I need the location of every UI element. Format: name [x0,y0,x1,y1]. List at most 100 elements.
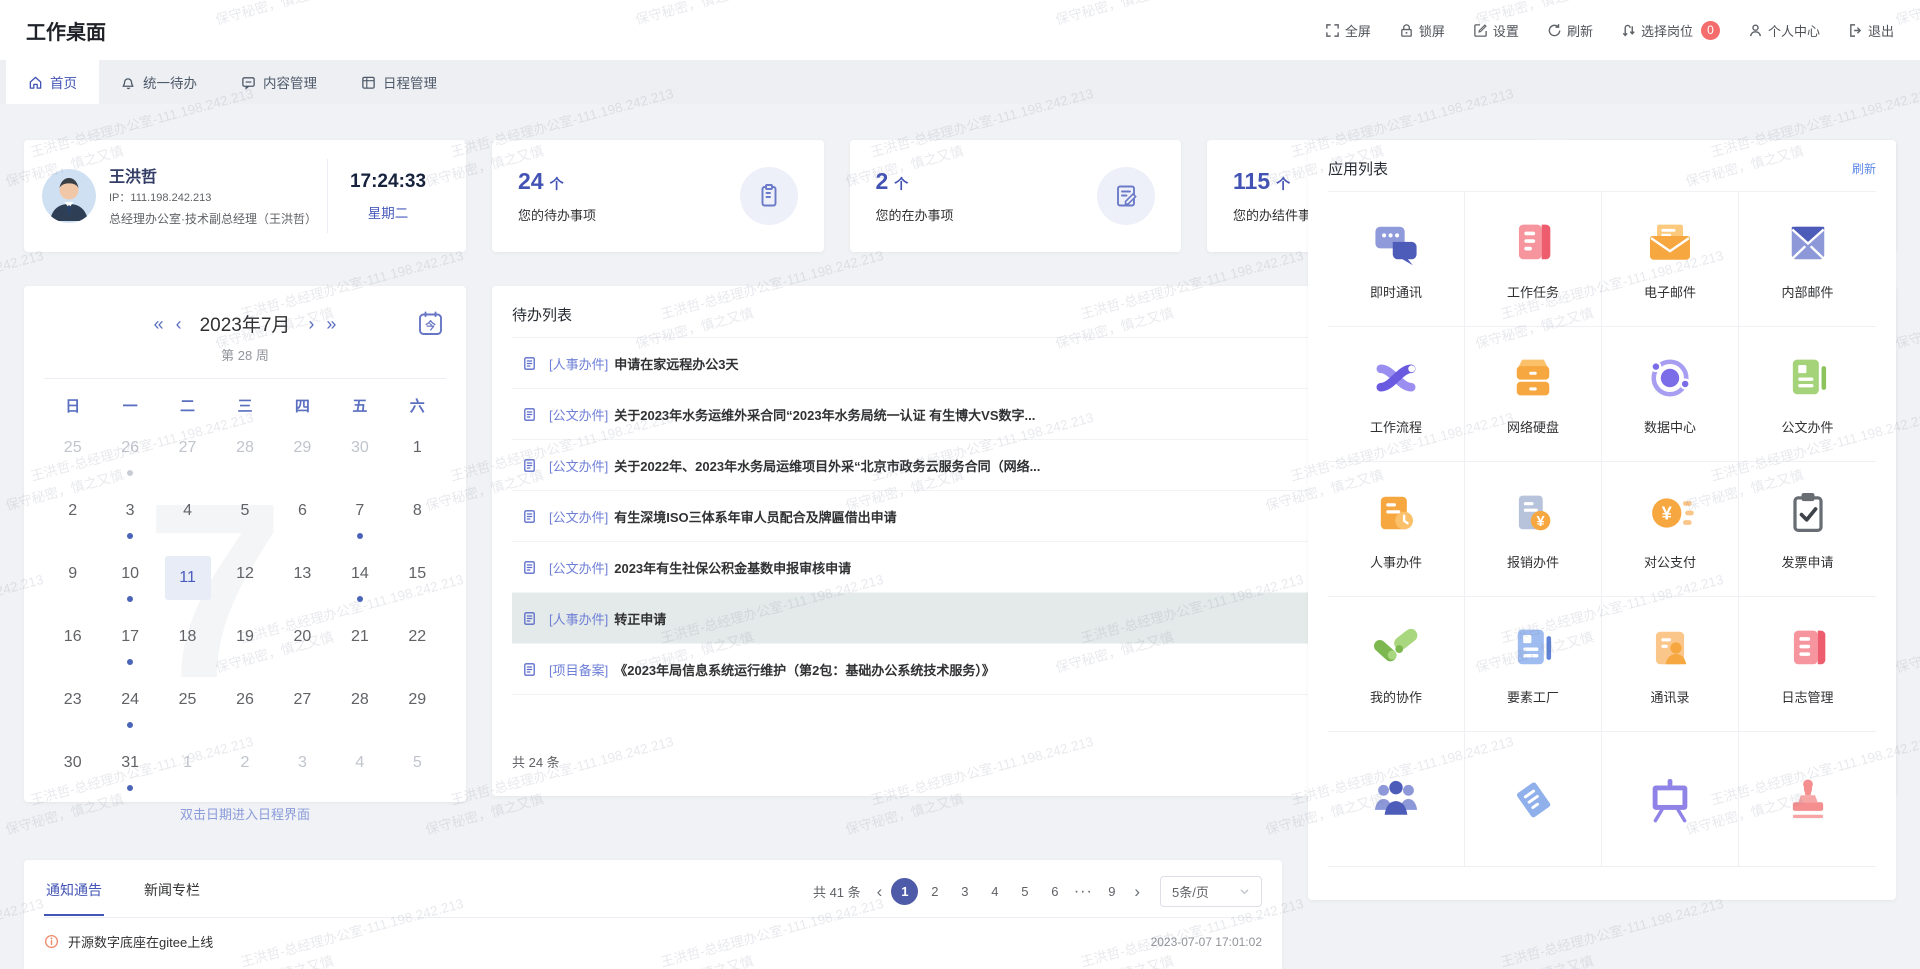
notice-page-size-select[interactable]: 5条/页 [1160,876,1262,907]
tab-内容管理[interactable]: 内容管理 [219,60,339,104]
app-网络硬盘[interactable]: 网络硬盘 [1465,327,1602,462]
calendar-day-28[interactable]: 28 [216,420,273,483]
calendar-day-17[interactable]: 17 [101,609,158,672]
news-item[interactable]: 开源数字底座在gitee上线2023-07-07 17:01:02 [44,932,1262,951]
app-item-partial[interactable] [1602,732,1739,867]
calendar-day-28[interactable]: 28 [331,672,388,735]
notice-tab-通知通告[interactable]: 通知通告 [44,878,104,916]
page-button-1[interactable]: 1 [891,878,918,905]
calendar-week-label: 第 28 周 [44,345,446,379]
calendar-day-29[interactable]: 29 [389,672,446,735]
header-action-refresh[interactable]: 刷新 [1547,21,1593,40]
tab-日程管理[interactable]: 日程管理 [339,60,459,104]
calendar-day-26[interactable]: 26 [216,672,273,735]
calendar-day-25[interactable]: 25 [159,672,216,735]
calendar-day-10[interactable]: 10 [101,546,158,609]
calendar-day-19[interactable]: 19 [216,609,273,672]
calendar-day-7[interactable]: 7 [331,483,388,546]
page-button-3[interactable]: 3 [951,878,978,905]
app-电子邮件[interactable]: 电子邮件 [1602,192,1739,327]
next-year-button[interactable]: » [326,315,336,333]
calendar-day-27[interactable]: 27 [274,672,331,735]
calendar-day-31[interactable]: 31 [101,735,158,798]
calendar-day-14[interactable]: 14 [331,546,388,609]
calendar-day-20[interactable]: 20 [274,609,331,672]
today-icon[interactable]: 今 [417,310,444,337]
stat-card-您的待办事项[interactable]: 24个您的待办事项 [492,140,824,252]
calendar-day-25[interactable]: 25 [44,420,101,483]
calendar-day-15[interactable]: 15 [389,546,446,609]
avatar[interactable] [42,169,96,223]
calendar-day-18[interactable]: 18 [159,609,216,672]
calendar-day-2[interactable]: 2 [216,735,273,798]
stat-card-您的在办事项[interactable]: 2个您的在办事项 [850,140,1182,252]
app-工作流程[interactable]: 工作流程 [1328,327,1465,462]
app-我的协作[interactable]: 我的协作 [1328,597,1465,732]
calendar-day-11[interactable]: 11 [159,546,216,609]
calendar-day-4[interactable]: 4 [331,735,388,798]
calendar-day-2[interactable]: 2 [44,483,101,546]
page-ellipsis[interactable]: ··· [1071,883,1095,901]
page-button-5[interactable]: 5 [1011,878,1038,905]
app-发票申请[interactable]: 发票申请 [1739,462,1876,597]
app-报销办件[interactable]: ¥报销办件 [1465,462,1602,597]
header-action-fullscreen[interactable]: 全屏 [1325,21,1371,40]
prev-year-button[interactable]: « [154,315,164,333]
calendar-day-29[interactable]: 29 [274,420,331,483]
header-action-lock[interactable]: 锁屏 [1399,21,1445,40]
app-对公支付[interactable]: ¥对公支付 [1602,462,1739,597]
calendar-day-6[interactable]: 6 [274,483,331,546]
header-action-settings[interactable]: 设置 [1473,21,1519,40]
header-action-logout[interactable]: 退出 [1848,21,1894,40]
calendar-day-16[interactable]: 16 [44,609,101,672]
calendar-day-8[interactable]: 8 [389,483,446,546]
next-month-button[interactable]: › [308,315,314,333]
refresh-link[interactable]: 刷新 [1852,160,1876,177]
calendar-day-1[interactable]: 1 [389,420,446,483]
prev-page-button[interactable]: ‹ [871,883,889,900]
calendar-day-4[interactable]: 4 [159,483,216,546]
header-action-user[interactable]: 个人中心 [1748,21,1820,40]
calendar-day-22[interactable]: 22 [389,609,446,672]
calendar-day-30[interactable]: 30 [44,735,101,798]
calendar-footer-link[interactable]: 双击日期进入日程界面 [44,804,446,823]
app-item-partial[interactable] [1465,732,1602,867]
calendar-day-5[interactable]: 5 [389,735,446,798]
notice-tab-新闻专栏[interactable]: 新闻专栏 [142,878,202,915]
calendar-day-27[interactable]: 27 [159,420,216,483]
calendar-day-26[interactable]: 26 [101,420,158,483]
app-工作任务[interactable]: 工作任务 [1465,192,1602,327]
app-通讯录[interactable]: 通讯录 [1602,597,1739,732]
calendar-day-24[interactable]: 24 [101,672,158,735]
calendar-day-3[interactable]: 3 [274,735,331,798]
app-即时通讯[interactable]: 即时通讯 [1328,192,1465,327]
app-日志管理[interactable]: 日志管理 [1739,597,1876,732]
next-page-button[interactable]: › [1128,883,1146,900]
calendar-day-12[interactable]: 12 [216,546,273,609]
calendar-day-9[interactable]: 9 [44,546,101,609]
position-count-badge: 0 [1701,21,1720,40]
tab-首页[interactable]: 首页 [6,60,99,104]
page-button-4[interactable]: 4 [981,878,1008,905]
tab-统一待办[interactable]: 统一待办 [99,60,219,104]
calendar-day-23[interactable]: 23 [44,672,101,735]
app-item-partial[interactable] [1739,732,1876,867]
calendar-day-3[interactable]: 3 [101,483,158,546]
page-button-9[interactable]: 9 [1098,878,1125,905]
calendar-day-30[interactable]: 30 [331,420,388,483]
page-button-2[interactable]: 2 [921,878,948,905]
app-要素工厂[interactable]: 要素工厂 [1465,597,1602,732]
calendar-day-5[interactable]: 5 [216,483,273,546]
clock-block: 17:24:33 星期二 [328,171,448,222]
app-item-partial[interactable] [1328,732,1465,867]
app-内部邮件[interactable]: 内部邮件 [1739,192,1876,327]
page-button-6[interactable]: 6 [1041,878,1068,905]
app-公文办件[interactable]: 公文办件 [1739,327,1876,462]
calendar-day-1[interactable]: 1 [159,735,216,798]
app-数据中心[interactable]: 数据中心 [1602,327,1739,462]
app-人事办件[interactable]: 人事办件 [1328,462,1465,597]
prev-month-button[interactable]: ‹ [176,315,182,333]
header-action-switch-post[interactable]: 选择岗位0 [1621,21,1720,40]
calendar-day-13[interactable]: 13 [274,546,331,609]
calendar-day-21[interactable]: 21 [331,609,388,672]
